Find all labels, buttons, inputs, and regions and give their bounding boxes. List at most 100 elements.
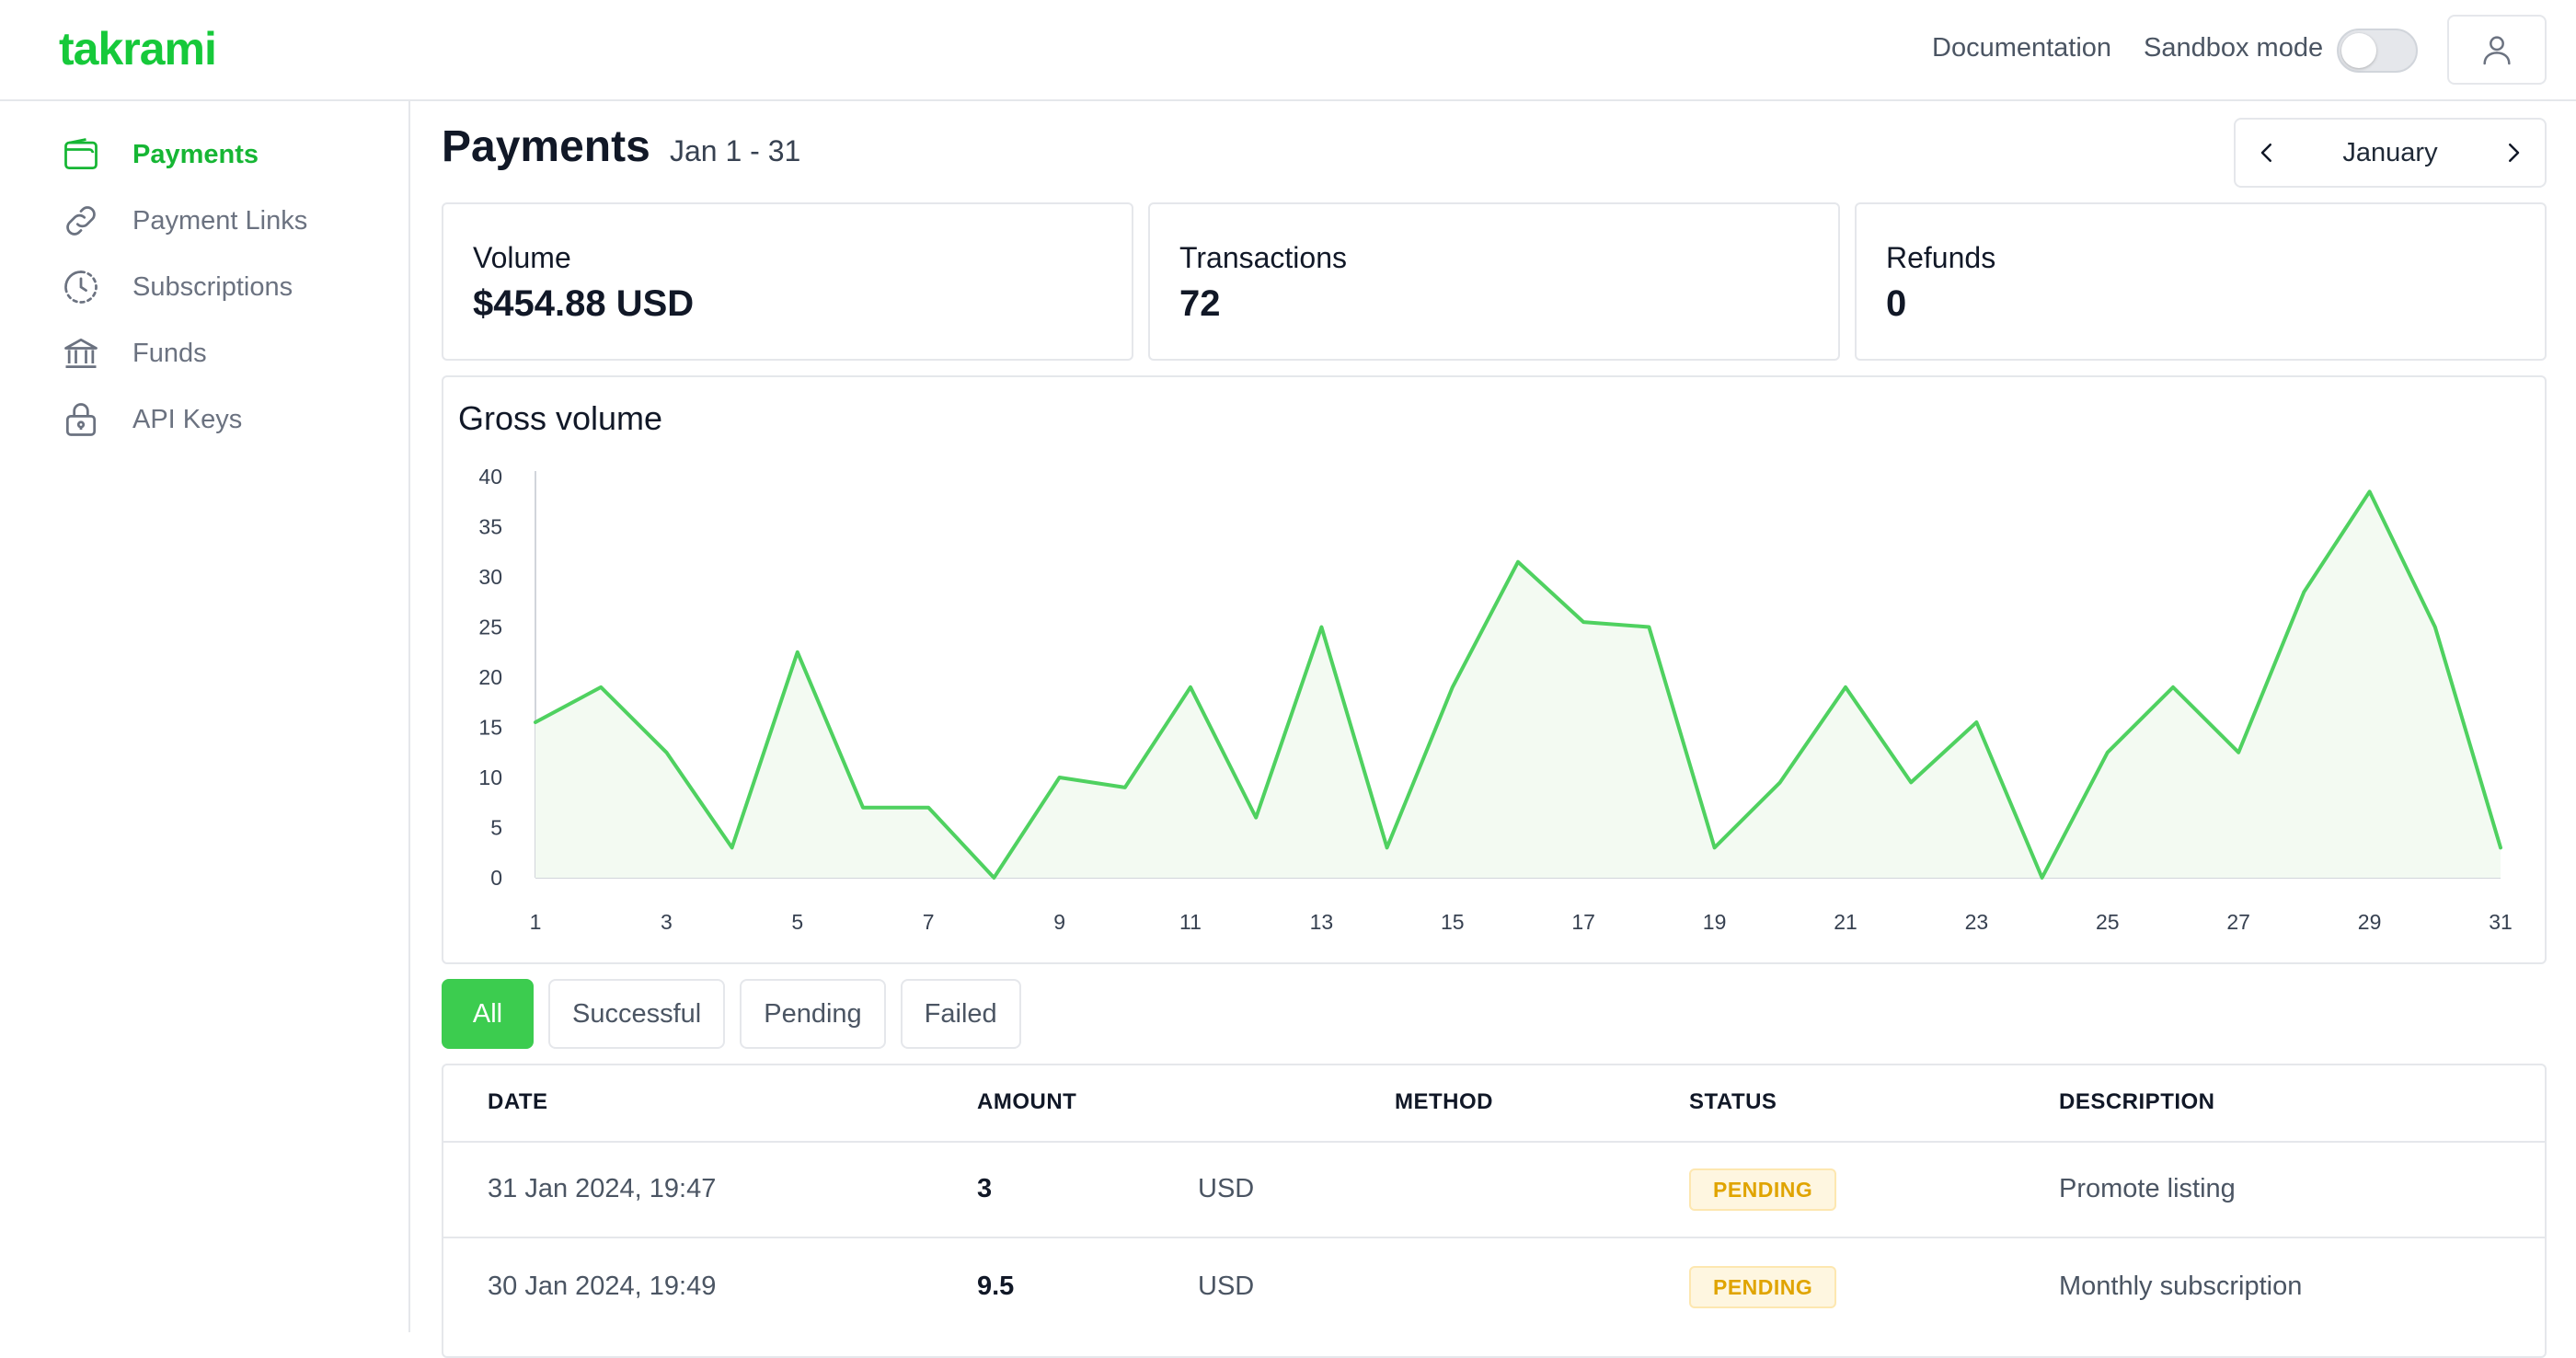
current-month: January — [2342, 138, 2438, 167]
month-navigator: January — [2234, 118, 2547, 188]
data-point — [2236, 750, 2241, 755]
row-date: 31 Jan 2024, 19:47 — [488, 1174, 717, 1203]
sidebar-item-label: Payments — [132, 139, 259, 169]
sidebar-item-payments[interactable]: Payments — [59, 129, 390, 180]
user-menu-button[interactable] — [2447, 15, 2547, 85]
row-amount: 3 — [977, 1174, 993, 1203]
y-tick-label: 5 — [490, 816, 502, 840]
y-tick-label: 25 — [478, 616, 502, 639]
y-tick-label: 30 — [478, 565, 502, 589]
previous-month-button[interactable] — [2247, 132, 2287, 173]
x-tick-label: 21 — [1834, 910, 1857, 934]
data-point — [1450, 685, 1455, 690]
link-icon — [59, 199, 103, 243]
x-tick-label: 25 — [2096, 910, 2120, 934]
refunds-card: Refunds 0 — [1855, 202, 2547, 361]
stat-label: Transactions — [1179, 241, 1347, 274]
status-badge: PENDING — [1689, 1168, 1837, 1211]
data-point — [1188, 685, 1193, 690]
filter-failed-button[interactable]: Failed — [900, 979, 1021, 1049]
documentation-link[interactable]: Documentation — [1932, 33, 2111, 63]
data-point — [2105, 750, 2110, 755]
x-tick-label: 5 — [791, 910, 803, 934]
next-month-button[interactable] — [2493, 132, 2534, 173]
data-point — [598, 685, 604, 690]
sidebar-item-api-keys[interactable]: API Keys — [59, 394, 390, 445]
y-tick-label: 0 — [490, 866, 502, 890]
sidebar-item-payment-links[interactable]: Payment Links — [59, 195, 390, 247]
x-tick-label: 19 — [1703, 910, 1727, 934]
top-bar: takrami Documentation Sandbox mode — [0, 0, 2576, 101]
x-tick-label: 1 — [530, 910, 542, 934]
row-currency: USD — [1198, 1272, 1255, 1301]
column-header-date[interactable]: DATE — [488, 1089, 548, 1115]
data-point — [2040, 875, 2045, 880]
stat-label: Refunds — [1886, 241, 1996, 274]
sidebar-item-label: API Keys — [132, 404, 243, 434]
x-tick-label: 11 — [1179, 910, 1202, 934]
x-tick-label: 31 — [2489, 910, 2513, 934]
row-divider — [443, 1237, 2545, 1238]
row-amount: 9.5 — [977, 1272, 1015, 1301]
wallet-icon — [59, 132, 103, 177]
data-point — [2170, 685, 2176, 690]
data-point — [533, 719, 538, 725]
column-header-description[interactable]: DESCRIPTION — [2059, 1089, 2215, 1115]
data-point — [1057, 775, 1063, 780]
x-tick-label: 9 — [1053, 910, 1065, 934]
status-badge: PENDING — [1689, 1266, 1837, 1308]
toggle-knob — [2341, 33, 2376, 68]
chevron-left-icon — [2260, 144, 2271, 162]
column-header-status[interactable]: STATUS — [1689, 1089, 1777, 1115]
x-tick-label: 29 — [2358, 910, 2382, 934]
gross-volume-chart-card: Gross volume 0 5 10 15 20 25 30 35 40 1 3 5 7 9 11 13 15… — [442, 375, 2547, 964]
column-header-amount[interactable]: AMOUNT — [977, 1089, 1076, 1115]
sandbox-mode-label: Sandbox mode — [2144, 33, 2324, 63]
data-point — [730, 845, 735, 850]
x-tick-label: 15 — [1441, 910, 1465, 934]
filter-all-button[interactable]: All — [442, 979, 534, 1049]
column-header-method[interactable]: METHOD — [1395, 1089, 1493, 1115]
filter-successful-button[interactable]: Successful — [548, 979, 726, 1049]
filter-pending-button[interactable]: Pending — [740, 979, 886, 1049]
data-point — [1515, 559, 1521, 565]
bank-icon — [59, 331, 103, 375]
logo[interactable]: takrami — [59, 22, 217, 75]
sidebar-item-label: Subscriptions — [132, 271, 293, 302]
table-row[interactable]: 30 Jan 2024, 19:49 9.5 USD PENDING Month… — [443, 1240, 2545, 1336]
lock-icon — [59, 397, 103, 442]
x-tick-label: 13 — [1310, 910, 1334, 934]
stat-label: Volume — [473, 241, 571, 274]
gross-volume-chart: 05101520253035401 3 5 7 9 11 13 15 17 19 21 23 25 27 2… — [478, 465, 2513, 934]
table-row[interactable]: 31 Jan 2024, 19:47 3 USD PENDING Promote… — [443, 1143, 2545, 1238]
y-tick-label: 40 — [478, 465, 502, 489]
data-point — [2432, 625, 2438, 630]
data-point — [926, 805, 931, 811]
data-point — [1646, 625, 1651, 630]
data-point — [1712, 845, 1718, 850]
chevron-right-icon — [2509, 144, 2520, 162]
data-point — [2367, 489, 2373, 494]
volume-card: Volume $454.88 USD — [442, 202, 1133, 361]
sidebar-item-label: Funds — [132, 338, 207, 368]
data-point — [1122, 785, 1128, 790]
row-description: Promote listing — [2059, 1174, 2236, 1203]
payments-table: DATE AMOUNT METHOD STATUS DESCRIPTION 31… — [442, 1064, 2547, 1358]
y-tick-label: 20 — [478, 665, 502, 689]
sandbox-mode-toggle[interactable] — [2337, 29, 2418, 73]
y-tick-label: 10 — [478, 765, 502, 789]
transactions-card: Transactions 72 — [1148, 202, 1840, 361]
data-point — [1581, 619, 1586, 625]
stat-value: 0 — [1886, 283, 1907, 324]
sidebar-item-subscriptions[interactable]: Subscriptions — [59, 261, 390, 313]
y-tick-label: 15 — [478, 716, 502, 740]
stat-value: $454.88 USD — [473, 283, 695, 324]
sidebar-item-funds[interactable]: Funds — [59, 328, 390, 379]
data-point — [1843, 685, 1848, 690]
stat-value: 72 — [1179, 283, 1221, 324]
data-point — [663, 750, 669, 755]
page-title: Payments — [442, 122, 650, 171]
data-point — [1777, 779, 1783, 785]
x-tick-label: 27 — [2226, 910, 2250, 934]
x-tick-label: 7 — [923, 910, 935, 934]
